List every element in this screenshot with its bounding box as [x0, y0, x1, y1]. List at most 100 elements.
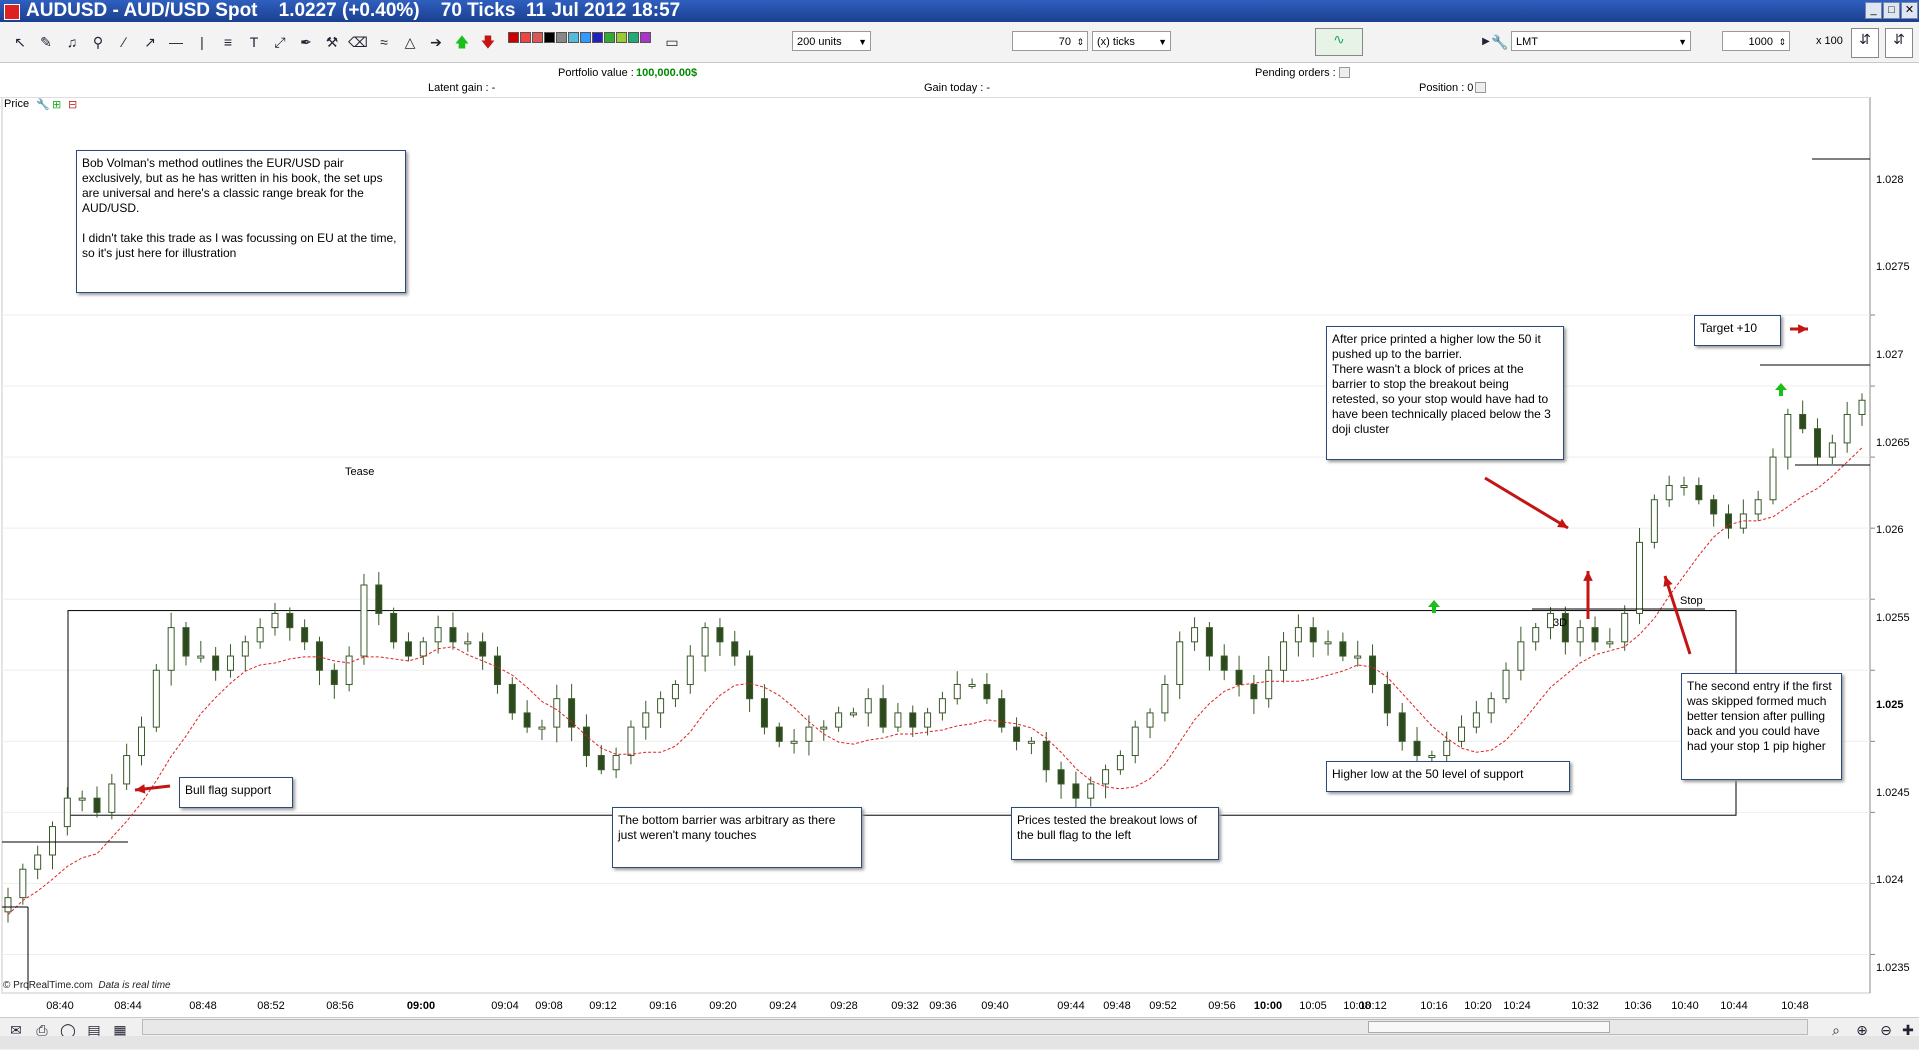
candle	[716, 627, 724, 643]
color-swatch[interactable]	[520, 32, 531, 43]
candle	[360, 584, 368, 657]
arrows-tool-icon[interactable]: ⤢	[270, 32, 290, 52]
chevron-down-icon: ▼	[858, 37, 867, 47]
candle	[1814, 428, 1822, 458]
candle	[1398, 712, 1406, 742]
candle	[746, 655, 754, 700]
candle	[48, 826, 56, 856]
ray-line-icon[interactable]: ↗	[140, 32, 160, 52]
color-swatch[interactable]	[628, 32, 639, 43]
close-button[interactable]: ✕	[1901, 2, 1918, 19]
candle	[1472, 712, 1480, 728]
ticks-type-value: (x) ticks	[1097, 36, 1135, 48]
candle	[864, 698, 872, 714]
units-select[interactable]: 200 units ▼	[792, 31, 871, 51]
vertical-line-icon[interactable]: |	[192, 32, 212, 52]
tested-lows-note: Prices tested the breakout lows of the b…	[1011, 807, 1219, 860]
color-swatch[interactable]	[640, 32, 651, 43]
sell-order-icon[interactable]: ⇵	[1885, 28, 1913, 58]
candle	[642, 712, 650, 728]
data-credit: © ProRealTime.com Data is real time	[3, 980, 171, 991]
rectangle-tool-icon[interactable]: ▭	[662, 32, 682, 52]
scrollbar-thumb[interactable]	[1368, 1021, 1610, 1033]
candle	[1443, 740, 1451, 757]
ruler-icon[interactable]: ✎	[36, 32, 56, 52]
ticks-type-select[interactable]: (x) ticks ▼	[1092, 31, 1171, 51]
horizontal-line-icon[interactable]: —	[166, 32, 186, 52]
candle	[1517, 641, 1525, 671]
text-tool-icon[interactable]: T	[244, 32, 264, 52]
color-swatch[interactable]	[556, 32, 567, 43]
quantity-stepper[interactable]: 1000 ⇕	[1722, 31, 1790, 51]
buy-order-icon[interactable]: ⇵	[1851, 28, 1879, 58]
candle	[1027, 740, 1035, 744]
chart-style-icon[interactable]: ∿	[1315, 28, 1363, 56]
target-arrow-head	[1798, 324, 1808, 334]
alarm-bell-icon[interactable]: ♫	[62, 32, 82, 52]
chevron-down-icon: ▼	[1678, 37, 1687, 47]
candle	[538, 726, 546, 730]
candle	[820, 726, 828, 730]
candle	[1784, 413, 1792, 458]
order-type-select[interactable]: LMT ▼	[1511, 31, 1691, 51]
candle	[1532, 627, 1540, 643]
trendline-icon[interactable]: ∕	[114, 32, 134, 52]
candle	[271, 612, 279, 629]
y-tick-label: 1.0265	[1876, 437, 1910, 449]
candle	[1339, 641, 1347, 657]
wrench-icon[interactable]: 🔧	[36, 98, 50, 111]
ticks-value-stepper[interactable]: 70 ⇕	[1012, 31, 1088, 51]
candle	[123, 755, 131, 785]
status-strip	[0, 1036, 1919, 1049]
candle	[375, 584, 383, 614]
tools-icon[interactable]: ⚒	[322, 32, 342, 52]
x-tick-label: 10:12	[1359, 1000, 1387, 1012]
trash-icon[interactable]: ⌫	[348, 32, 368, 52]
intro-note: Bob Volman's method outlines the EUR/USD…	[76, 150, 406, 293]
minimize-button[interactable]: _	[1865, 2, 1882, 19]
color-swatch[interactable]	[544, 32, 555, 43]
color-swatch[interactable]	[616, 32, 627, 43]
candle	[1650, 499, 1658, 543]
add-indicator-icon[interactable]: ⊞	[52, 98, 61, 111]
x-tick-label: 09:32	[891, 1000, 919, 1012]
maximize-button[interactable]: □	[1883, 2, 1900, 19]
color-swatch[interactable]	[568, 32, 579, 43]
fibonacci-icon[interactable]: ≡	[218, 32, 238, 52]
candle	[1324, 641, 1332, 645]
higher-low-note: Higher low at the 50 level of support	[1326, 761, 1570, 792]
x-tick-label: 10:05	[1299, 1000, 1327, 1012]
channel-icon[interactable]: ≈	[374, 32, 394, 52]
color-swatch[interactable]	[592, 32, 603, 43]
quantity-value: 1000	[1748, 36, 1773, 48]
x-tick-label: 08:44	[114, 1000, 142, 1012]
three-doji-label: 3D	[1553, 617, 1568, 629]
triangle-icon[interactable]: △	[400, 32, 420, 52]
x-tick-label: 09:56	[1208, 1000, 1236, 1012]
zoom-icon[interactable]: ⚲	[88, 32, 108, 52]
x-tick-label: 08:52	[257, 1000, 285, 1012]
horizontal-scrollbar[interactable]	[142, 1019, 1808, 1035]
arrow-down-red-icon[interactable]: 🡇	[478, 32, 498, 52]
candle	[1636, 541, 1644, 614]
color-swatch[interactable]	[508, 32, 519, 43]
candle	[1161, 683, 1169, 714]
color-swatch[interactable]	[604, 32, 615, 43]
pointer-icon[interactable]: ↖	[10, 32, 30, 52]
position-icon[interactable]	[1475, 82, 1486, 93]
arrow-right-icon[interactable]: ➔	[426, 32, 446, 52]
order-settings-icon[interactable]: 🔧	[1490, 32, 1510, 52]
x-tick-label: 10:24	[1503, 1000, 1531, 1012]
pending-orders-icon[interactable]	[1339, 67, 1350, 78]
color-swatch[interactable]	[532, 32, 543, 43]
candle	[1606, 641, 1614, 645]
candle	[1710, 499, 1718, 515]
candle	[241, 641, 249, 657]
arrow-up-green-icon[interactable]: 🡅	[452, 32, 472, 52]
candle	[152, 669, 160, 728]
remove-indicator-icon[interactable]: ⊟	[68, 98, 77, 111]
color-swatch[interactable]	[580, 32, 591, 43]
x-tick-label: 09:12	[589, 1000, 617, 1012]
pen-tool-icon[interactable]: ✒	[296, 32, 316, 52]
candle	[1309, 627, 1317, 643]
